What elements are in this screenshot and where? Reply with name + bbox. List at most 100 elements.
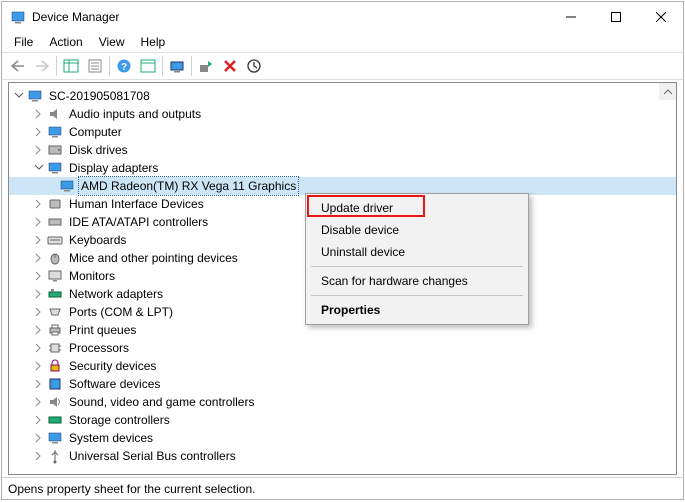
usb-icon <box>47 448 63 464</box>
expand-icon[interactable] <box>33 360 45 372</box>
menu-update-driver[interactable]: Update driver <box>309 197 525 219</box>
menu-bar: File Action View Help <box>2 32 683 52</box>
computer-icon <box>27 88 43 104</box>
expand-icon[interactable] <box>33 432 45 444</box>
node-label: Ports (COM & LPT) <box>67 303 175 321</box>
disable-button[interactable] <box>242 54 266 78</box>
node-label: Sound, video and game controllers <box>67 393 256 411</box>
printer-icon <box>47 322 63 338</box>
close-button[interactable] <box>638 2 683 32</box>
node-label: Audio inputs and outputs <box>67 105 203 123</box>
expand-icon[interactable] <box>33 198 45 210</box>
node-label: Display adapters <box>67 159 160 177</box>
expand-icon[interactable] <box>33 288 45 300</box>
expand-icon[interactable] <box>33 396 45 408</box>
toolbar-separator <box>109 56 110 76</box>
action-button[interactable] <box>136 54 160 78</box>
node-label: Storage controllers <box>67 411 172 429</box>
expand-icon[interactable] <box>33 324 45 336</box>
tree-panel[interactable]: SC-201905081708 Audio inputs and outputs… <box>8 82 677 475</box>
category-sound[interactable]: Sound, video and game controllers <box>9 393 676 411</box>
disk-icon <box>47 142 63 158</box>
uninstall-button[interactable] <box>218 54 242 78</box>
audio-icon <box>47 106 63 122</box>
category-computer[interactable]: Computer <box>9 123 676 141</box>
mouse-icon <box>47 250 63 266</box>
expand-icon[interactable] <box>33 252 45 264</box>
show-hide-tree-button[interactable] <box>59 54 83 78</box>
context-menu: Update driver Disable device Uninstall d… <box>305 193 529 325</box>
node-label: SC-201905081708 <box>47 87 152 105</box>
menu-view[interactable]: View <box>91 33 133 51</box>
device-manager-window: Device Manager File Action View Help ? <box>1 1 684 500</box>
category-disk[interactable]: Disk drives <box>9 141 676 159</box>
root-node[interactable]: SC-201905081708 <box>9 87 676 105</box>
expand-icon[interactable] <box>33 270 45 282</box>
node-label: Monitors <box>67 267 117 285</box>
menu-uninstall-device[interactable]: Uninstall device <box>309 241 525 263</box>
node-label: Software devices <box>67 375 162 393</box>
minimize-button[interactable] <box>548 2 593 32</box>
expand-icon[interactable] <box>33 378 45 390</box>
category-audio[interactable]: Audio inputs and outputs <box>9 105 676 123</box>
computer-icon <box>47 124 63 140</box>
expand-icon[interactable] <box>33 144 45 156</box>
category-cpu[interactable]: Processors <box>9 339 676 357</box>
expand-icon[interactable] <box>33 234 45 246</box>
expand-icon[interactable] <box>33 450 45 462</box>
monitor-icon <box>47 268 63 284</box>
menu-properties[interactable]: Properties <box>309 299 525 321</box>
expand-icon[interactable] <box>33 126 45 138</box>
menu-scan-hardware[interactable]: Scan for hardware changes <box>309 270 525 292</box>
hid-icon <box>47 196 63 212</box>
properties-button[interactable] <box>83 54 107 78</box>
window-controls <box>548 2 683 32</box>
expand-icon[interactable] <box>33 216 45 228</box>
toolbar-separator <box>56 56 57 76</box>
ide-icon <box>47 214 63 230</box>
scan-hardware-button[interactable] <box>165 54 189 78</box>
forward-button[interactable] <box>30 54 54 78</box>
title-bar[interactable]: Device Manager <box>2 2 683 32</box>
menu-action[interactable]: Action <box>41 33 90 51</box>
menu-separator <box>311 295 523 296</box>
status-text: Opens property sheet for the current sel… <box>8 482 255 496</box>
update-driver-button[interactable] <box>194 54 218 78</box>
display-icon <box>59 178 75 194</box>
node-label: Mice and other pointing devices <box>67 249 240 267</box>
node-label: Print queues <box>67 321 138 339</box>
sound-icon <box>47 394 63 410</box>
app-icon <box>10 9 26 25</box>
collapse-icon[interactable] <box>13 90 25 102</box>
category-sysdev[interactable]: System devices <box>9 429 676 447</box>
title-text: Device Manager <box>32 10 548 24</box>
keyboard-icon <box>47 232 63 248</box>
node-label: Keyboards <box>67 231 128 249</box>
expand-icon[interactable] <box>33 108 45 120</box>
node-label: Network adapters <box>67 285 165 303</box>
category-storage[interactable]: Storage controllers <box>9 411 676 429</box>
node-label: Universal Serial Bus controllers <box>67 447 238 465</box>
display-icon <box>47 160 63 176</box>
category-display[interactable]: Display adapters <box>9 159 676 177</box>
menu-file[interactable]: File <box>6 33 41 51</box>
node-label: IDE ATA/ATAPI controllers <box>67 213 210 231</box>
category-software[interactable]: Software devices <box>9 375 676 393</box>
scroll-up-button[interactable] <box>659 83 676 100</box>
back-button[interactable] <box>6 54 30 78</box>
maximize-button[interactable] <box>593 2 638 32</box>
node-label: Security devices <box>67 357 158 375</box>
expand-icon[interactable] <box>33 414 45 426</box>
help-button[interactable]: ? <box>112 54 136 78</box>
menu-disable-device[interactable]: Disable device <box>309 219 525 241</box>
storage-icon <box>47 412 63 428</box>
collapse-icon[interactable] <box>33 162 45 174</box>
node-label: Processors <box>67 339 131 357</box>
node-label: System devices <box>67 429 155 447</box>
expand-icon[interactable] <box>33 342 45 354</box>
toolbar-separator <box>162 56 163 76</box>
category-security[interactable]: Security devices <box>9 357 676 375</box>
expand-icon[interactable] <box>33 306 45 318</box>
category-usb[interactable]: Universal Serial Bus controllers <box>9 447 676 465</box>
menu-help[interactable]: Help <box>133 33 174 51</box>
